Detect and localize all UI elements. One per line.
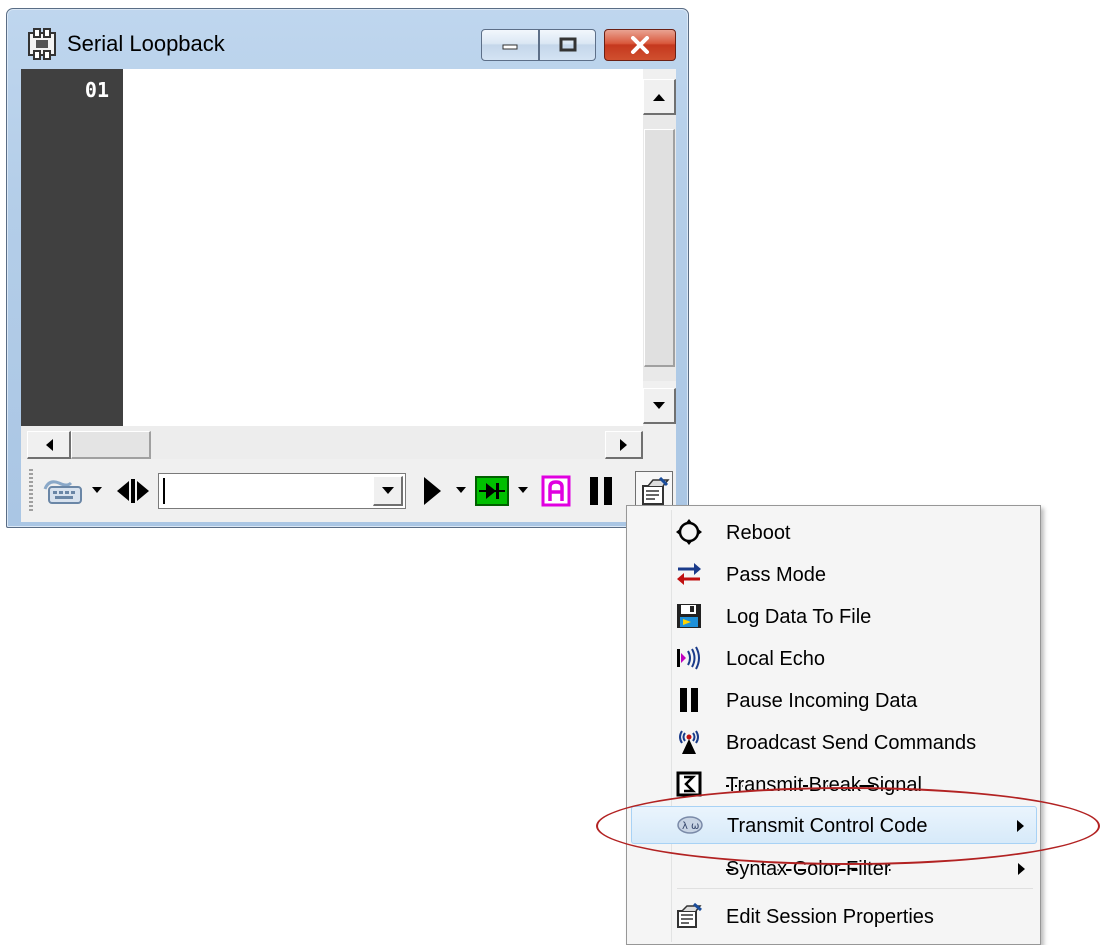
minimize-button[interactable] [481, 29, 539, 61]
menu-separator [677, 888, 1033, 889]
client-area: 01 [21, 69, 676, 522]
title-bar[interactable]: Serial Loopback [7, 9, 688, 69]
command-combobox[interactable] [158, 473, 406, 509]
horizontal-scrollbar[interactable] [21, 426, 643, 459]
line-number-gutter: 01 [21, 69, 123, 426]
menu-item-label: Broadcast Send Commands [726, 732, 977, 754]
app-icon [28, 28, 56, 60]
minimize-icon [502, 44, 518, 50]
arrow-left-icon [45, 438, 53, 451]
ascii-a-icon[interactable] [541, 475, 571, 507]
horizontal-scroll-thumb[interactable] [71, 431, 151, 459]
local-echo-icon [677, 646, 700, 670]
send-dropdown-icon[interactable] [455, 485, 467, 495]
scroll-up-button[interactable] [643, 79, 676, 115]
scrollbar-corner [643, 426, 676, 459]
toolbar-grip[interactable] [29, 469, 33, 511]
command-input[interactable] [163, 478, 363, 504]
highlight-annotation-ellipse [596, 787, 1100, 865]
menu-item-label: Reboot [726, 522, 791, 544]
save-log-icon [677, 604, 701, 628]
chevron-down-icon [381, 486, 394, 494]
scroll-left-button[interactable] [27, 431, 71, 459]
close-icon [631, 36, 649, 54]
break-signal-icon [676, 771, 702, 797]
menu-item-pass-mode[interactable]: Pass Mode [631, 556, 1037, 594]
session-context-menu: Reboot Pass Mode Log Data To File Local … [626, 505, 1041, 945]
split-cursor-icon[interactable] [113, 477, 153, 505]
menu-item-label: Edit Session Properties [726, 906, 934, 928]
serial-loopback-window: Serial Loopback 01 [6, 8, 689, 528]
send-play-icon[interactable] [421, 475, 443, 507]
pass-mode-icon [677, 563, 701, 585]
command-dropdown-button[interactable] [373, 476, 403, 506]
menu-item-broadcast-send-commands[interactable]: Broadcast Send Commands [631, 724, 1037, 762]
menu-item-pause-incoming-data[interactable]: Pause Incoming Data [631, 682, 1037, 720]
pause-icon [680, 688, 698, 712]
line-number: 01 [84, 78, 109, 102]
menu-item-reboot[interactable]: Reboot [631, 514, 1037, 552]
menu-item-local-echo[interactable]: Local Echo [631, 640, 1037, 678]
terminal-output-area[interactable] [123, 69, 643, 426]
maximize-icon [559, 37, 576, 52]
maximize-button[interactable] [539, 29, 596, 61]
submenu-arrow-icon [1018, 863, 1025, 875]
command-toolbar [21, 459, 676, 522]
loopback-dropdown-icon[interactable] [517, 485, 529, 495]
loopback-diode-icon[interactable] [475, 475, 509, 507]
menu-item-edit-session-properties[interactable]: Edit Session Properties [631, 898, 1037, 936]
arrow-right-icon [619, 438, 627, 451]
keyboard-dropdown-icon[interactable] [91, 485, 103, 495]
menu-item-label: Pass Mode [726, 564, 827, 586]
arrow-up-icon [653, 93, 665, 101]
edit-properties-icon [642, 477, 670, 505]
arrow-down-icon [653, 401, 665, 409]
menu-item-label: Local Echo [726, 648, 825, 670]
scroll-down-button[interactable] [643, 388, 676, 424]
menu-item-label: Pause Incoming Data [726, 690, 918, 712]
keyboard-icon[interactable] [41, 473, 87, 509]
menu-item-label: Log Data To File [726, 606, 872, 628]
vertical-scrollbar[interactable] [643, 69, 676, 426]
pause-icon[interactable] [587, 475, 615, 507]
vertical-scroll-thumb[interactable] [644, 129, 675, 367]
edit-properties-icon [677, 903, 702, 928]
scroll-right-button[interactable] [605, 431, 643, 459]
window-title: Serial Loopback [67, 31, 225, 56]
menu-item-log-data-to-file[interactable]: Log Data To File [631, 598, 1037, 636]
close-button[interactable] [604, 29, 676, 61]
broadcast-icon [679, 730, 699, 754]
reboot-icon [676, 519, 702, 545]
